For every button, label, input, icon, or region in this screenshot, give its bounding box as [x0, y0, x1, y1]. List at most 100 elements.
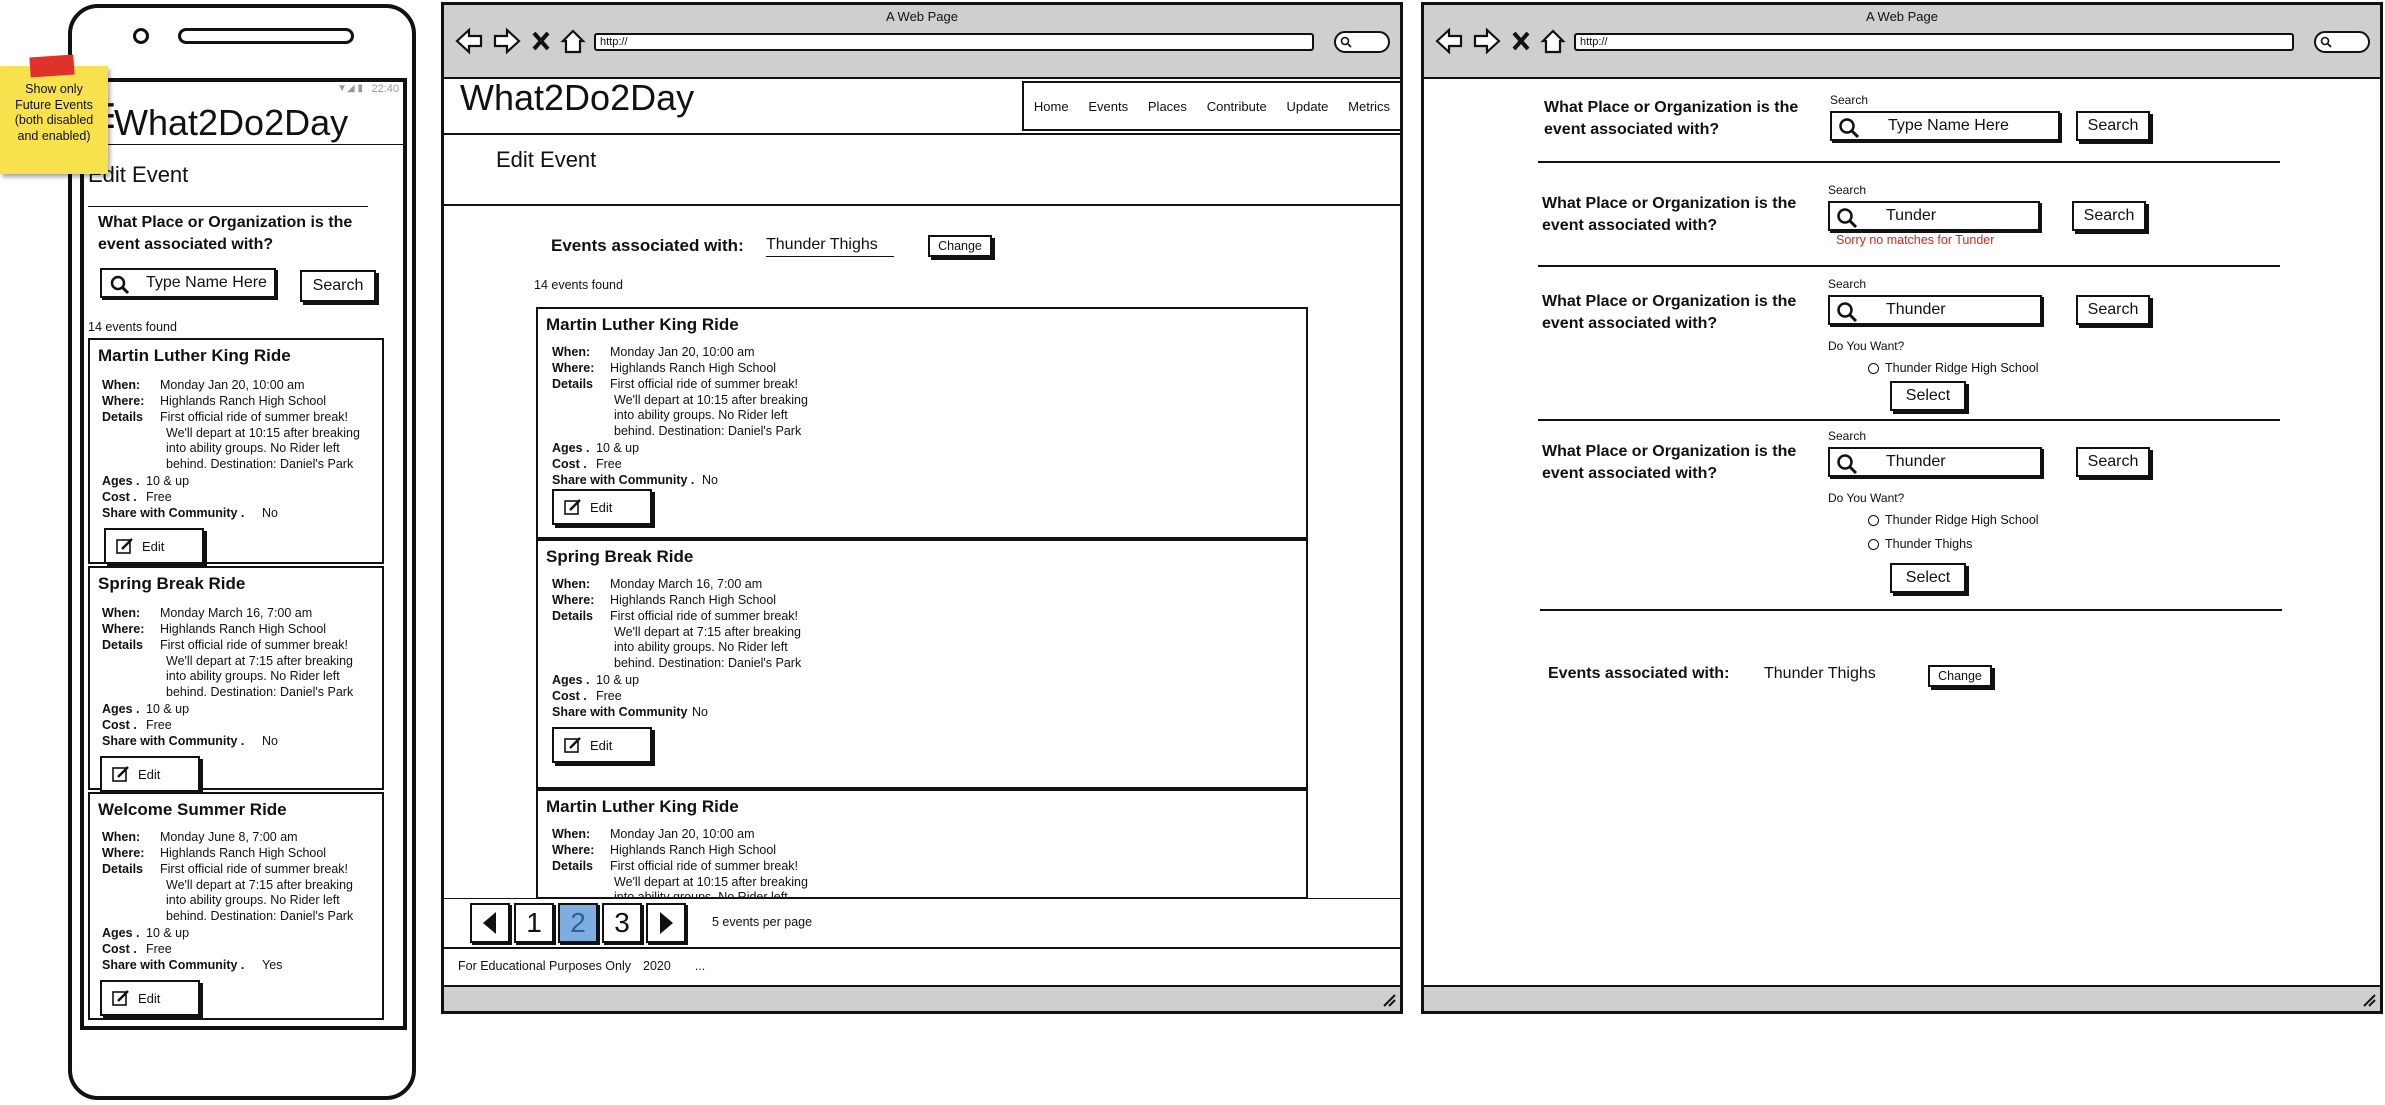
ages-label: Ages . [552, 441, 590, 455]
search-icon [110, 275, 130, 295]
event-where: Where: Highlands Ranch High School [552, 843, 776, 857]
search-button[interactable]: Search [300, 270, 376, 302]
event-when: When: Monday Jan 20, 10:00 am [102, 378, 305, 392]
event-when: When: Monday Jan 20, 10:00 am [552, 345, 755, 359]
edit-icon [112, 765, 130, 783]
question-text: What Place or Organization is the event … [98, 214, 353, 253]
details-line: First official ride of summer break! [610, 377, 799, 391]
page-1-button[interactable]: 1 [514, 903, 554, 943]
edit-button[interactable]: Edit [104, 528, 204, 564]
event-where: Where: Highlands Ranch High School [102, 846, 326, 860]
when-value: Monday Jan 20, 10:00 am [160, 378, 305, 392]
event-share: Share with Community . No [552, 473, 718, 487]
footer-divider [444, 947, 1400, 949]
cost-label: Cost . [102, 942, 137, 956]
event-ages: Ages . 10 & up [102, 926, 189, 940]
edit-label: Edit [590, 499, 613, 515]
triangle-left-icon [480, 910, 500, 936]
cost-value: Free [146, 718, 172, 732]
radio-option[interactable]: Thunder Ridge High School [1868, 513, 2039, 527]
edit-icon [564, 736, 582, 754]
page-number: 1 [526, 907, 542, 938]
event-card: Martin Luther King Ride When: Monday Jan … [536, 307, 1308, 539]
details-line: First official ride of summer break! [610, 859, 799, 873]
event-details-label: Details [552, 859, 593, 873]
event-when: When: Monday March 16, 7:00 am [102, 606, 312, 620]
event-details-label: Details [552, 609, 593, 623]
cost-value: Free [596, 457, 622, 471]
details-line: into ability groups. No Rider left [166, 893, 340, 907]
edit-button[interactable]: Edit [100, 756, 200, 792]
footer: For Educational Purposes Only 2020 ... [458, 959, 705, 973]
edit-label: Edit [590, 737, 613, 753]
details-line: We'll depart at 10:15 after breaking [614, 874, 808, 889]
event-ages: Ages . 10 & up [552, 441, 639, 455]
sticky-note-text: Show only Future Events (both disabled a… [14, 82, 94, 143]
radio-option[interactable]: Thunder Thighs [1868, 537, 1972, 551]
event-title: Welcome Summer Ride [98, 800, 287, 819]
next-page-button[interactable] [646, 903, 686, 943]
page-2-button[interactable]: 2 [558, 903, 598, 943]
where-label: Where: [102, 394, 145, 408]
browser-window-search-states: A Web Page http:// What Place or Organiz… [1421, 2, 2383, 1014]
search-input[interactable]: Type Name Here [100, 268, 276, 298]
details-line: First official ride of summer break! [160, 410, 349, 424]
ages-value: 10 & up [596, 673, 640, 687]
edit-label: Edit [138, 990, 161, 1006]
when-label: When: [102, 830, 141, 844]
event-cost: Cost . Free [102, 718, 172, 732]
search-input[interactable]: Thunder [1828, 447, 2042, 477]
change-button[interactable]: Change [1928, 665, 1992, 687]
event-where: Where: Highlands Ranch High School [552, 361, 776, 375]
cost-label: Cost . [102, 490, 137, 504]
change-button-label: Change [1938, 669, 1982, 683]
radio-button-icon [1868, 538, 1879, 550]
event-share: Share with Community . Yes [102, 958, 282, 972]
when-value: Monday Jan 20, 10:00 am [610, 827, 755, 841]
event-card: Martin Luther King Ride When: Monday Jan … [88, 338, 384, 564]
where-value: Highlands Ranch High School [610, 843, 777, 857]
share-label: Share with Community [552, 705, 688, 719]
cost-label: Cost . [552, 457, 587, 471]
details-line: behind. Destination: Daniel's Park [614, 423, 802, 438]
browser-status-bar [1424, 985, 2380, 1011]
sticky-note-pin [29, 54, 75, 78]
select-button[interactable]: Select [1890, 563, 1966, 593]
where-label: Where: [102, 846, 145, 860]
ages-value: 10 & up [146, 474, 190, 488]
question-text: What Place or Organization is the event … [1542, 443, 1797, 482]
where-label: Where: [102, 622, 145, 636]
ages-label: Ages . [102, 702, 140, 716]
state-divider [1540, 609, 2282, 611]
edit-button[interactable]: Edit [552, 489, 652, 525]
resize-grip-icon[interactable] [2360, 991, 2376, 1007]
page-3-button[interactable]: 3 [602, 903, 642, 943]
event-ages: Ages . 10 & up [102, 474, 189, 488]
browser-status-bar [444, 985, 1400, 1011]
where-label: Where: [552, 593, 595, 607]
details-line: We'll depart at 10:15 after breaking [166, 425, 360, 440]
details-line: We'll depart at 7:15 after breaking [614, 624, 801, 639]
edit-button[interactable]: Edit [100, 980, 200, 1016]
phone-camera [133, 28, 149, 44]
edit-button[interactable]: Edit [552, 727, 652, 763]
when-value: Monday March 16, 7:00 am [610, 577, 763, 591]
share-label: Share with Community . [102, 958, 245, 972]
phone-earpiece [178, 28, 354, 44]
cost-label: Cost . [102, 718, 137, 732]
when-label: When: [552, 827, 591, 841]
resize-grip-icon[interactable] [1380, 991, 1396, 1007]
event-ages: Ages . 10 & up [552, 673, 639, 687]
event-share: Share with Community . No [102, 734, 278, 748]
event-details: First official ride of summer break! We'… [610, 377, 808, 439]
when-label: When: [102, 606, 141, 620]
search-button[interactable]: Search [2076, 447, 2150, 477]
event-title: Martin Luther King Ride [546, 797, 739, 816]
prev-page-button[interactable] [470, 903, 510, 943]
event-cost: Cost . Free [102, 942, 172, 956]
cost-value: Free [596, 689, 622, 703]
ages-value: 10 & up [146, 926, 190, 940]
when-value: Monday Jan 20, 10:00 am [610, 345, 755, 359]
assoc-value: Thunder Thighs [1764, 665, 1876, 682]
details-line: behind. Destination: Daniel's Park [166, 684, 354, 699]
